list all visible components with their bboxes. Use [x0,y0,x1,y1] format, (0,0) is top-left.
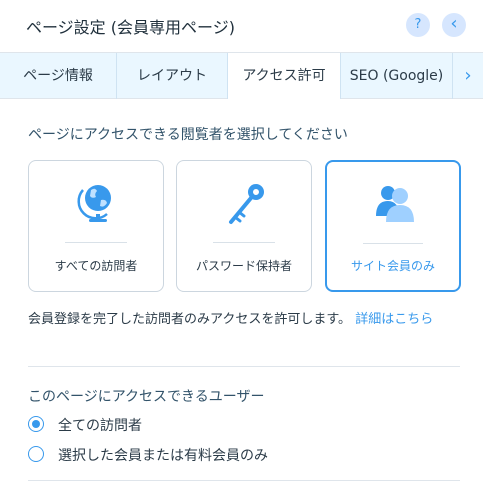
permissions-heading: ページにアクセスできる閲覧者を選択してください [28,127,348,143]
tab-seo[interactable]: SEO (Google) [341,53,453,99]
section-divider [28,480,460,481]
permission-info: 会員登録を完了した訪問者のみアクセスを許可します。 詳細はこちら [28,311,458,329]
tab-scroll-right-button[interactable]: › [453,53,483,99]
members-access-heading: このページにアクセスできるユーザー [28,389,265,405]
tab-permissions[interactable]: アクセス許可 [228,53,341,99]
help-button[interactable]: ? [406,13,430,37]
card-divider [65,242,127,243]
globe-icon [77,185,111,222]
option-card-site-members[interactable]: サイト会員のみ [325,160,461,292]
chevron-right-icon: › [464,65,472,86]
card-divider [213,242,275,243]
permission-info-text: 会員登録を完了した訪問者のみアクセスを許可します。 [28,312,352,327]
option-card-password-holders[interactable]: パスワード保持者 [176,160,312,292]
key-icon [229,184,264,224]
option-label-site-members: サイト会員のみ [350,259,435,273]
option-label-password-holders: パスワード保持者 [195,259,292,273]
radio-label-selected-members: 選択した会員または有料会員のみ [58,448,268,464]
help-icon: ? [414,17,422,32]
option-card-all-visitors[interactable]: すべての訪問者 [28,160,164,292]
radio-selected-members[interactable] [28,446,44,462]
members-icon [376,186,414,222]
panel-header: ページ設定 (会員専用ページ) ? ‹ [0,0,483,52]
back-button[interactable]: ‹ [442,13,466,37]
option-label-all-visitors: すべての訪問者 [54,259,138,273]
tab-bar: ページ情報 レイアウト アクセス許可 SEO (Google) › [0,52,483,99]
learn-more-link[interactable]: 詳細はこちら [355,312,433,327]
page-title: ページ設定 (会員専用ページ) [26,18,235,37]
radio-label-all-visitors: 全ての訪問者 [58,418,142,434]
radio-all-visitors[interactable] [28,416,44,432]
chevron-left-icon: ‹ [450,13,458,34]
tab-page-info[interactable]: ページ情報 [0,53,117,99]
tab-layout[interactable]: レイアウト [117,53,228,99]
section-divider [28,366,460,367]
card-divider [363,243,423,244]
